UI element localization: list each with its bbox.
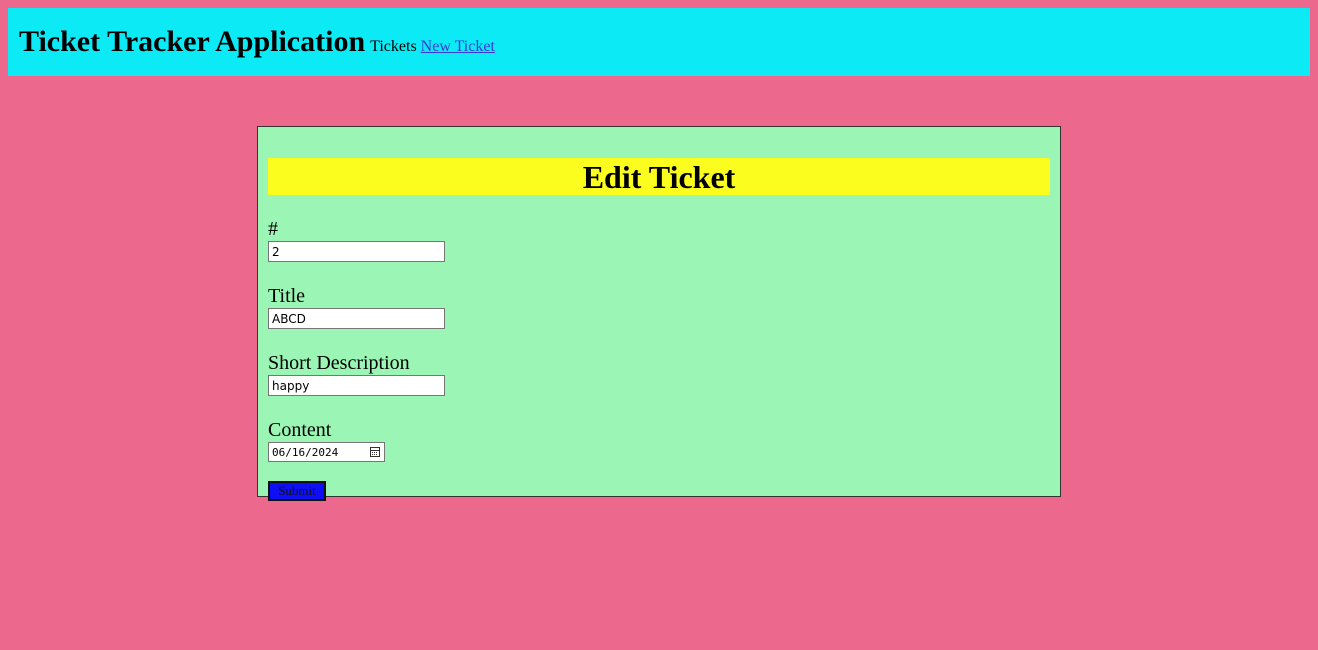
new-ticket-link[interactable]: New Ticket: [421, 38, 495, 56]
field-number: #: [268, 219, 1050, 262]
submit-button[interactable]: Submit: [268, 481, 326, 501]
calendar-icon[interactable]: [370, 447, 380, 457]
content-label: Content: [268, 419, 332, 441]
field-title: Title: [268, 286, 1050, 329]
short-description-input[interactable]: [268, 375, 445, 396]
field-short-description: Short Description: [268, 353, 1050, 396]
form-heading: Edit Ticket: [268, 158, 1050, 195]
content-date-input[interactable]: 06/16/2024: [268, 442, 385, 462]
app-title: Ticket Tracker Application: [19, 25, 366, 58]
header-bar: Ticket Tracker Application Tickets New T…: [8, 8, 1310, 76]
title-label: Title: [268, 285, 306, 307]
nav-tickets: Tickets: [370, 37, 417, 55]
number-input[interactable]: [268, 241, 445, 262]
date-value: 06/16/2024: [272, 445, 339, 459]
number-label: #: [268, 218, 278, 240]
field-content: Content 06/16/2024: [268, 420, 1050, 462]
title-input[interactable]: [268, 308, 445, 329]
edit-ticket-form: Edit Ticket # Title Short Description Co…: [257, 126, 1061, 501]
short-description-label: Short Description: [268, 352, 410, 374]
